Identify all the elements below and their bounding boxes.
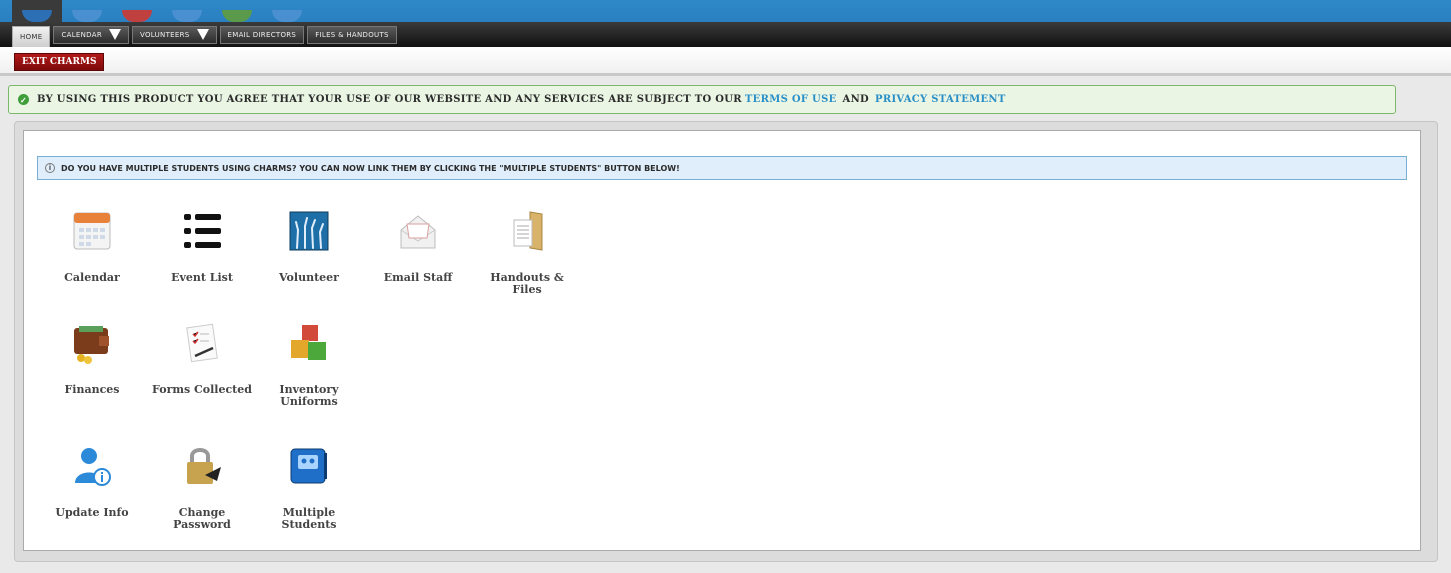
padlock-icon [187,448,221,484]
dropdown-arrow-icon[interactable] [109,29,121,40]
tab-calendar[interactable]: CALENDAR [53,25,129,44]
wallet-icon [74,326,109,364]
tab-home-label: HOME [20,32,43,41]
sub-toolbar: EXIT CHARMS [0,47,1451,76]
check-icon: ✓ [18,94,29,105]
handouts-files-tile-label: Handouts & Files [490,271,564,296]
top-banner [0,0,1451,22]
update-info-tile[interactable]: Update Info [42,445,142,535]
tab-home[interactable]: HOME [12,25,51,48]
tab-volunteers-label: VOLUNTEERS [140,30,190,39]
tab-files-handouts[interactable]: FILES & HANDOUTS [307,25,397,44]
tab-files-handouts-label: FILES & HANDOUTS [315,30,389,39]
tab-volunteers[interactable]: VOLUNTEERS [132,25,217,44]
app-icon-6[interactable] [262,0,312,22]
home-app-icon[interactable] [12,0,62,22]
tab-calendar-label: CALENDAR [61,30,102,39]
forms-icon [186,323,218,363]
handouts-files-tile[interactable]: Handouts & Files [477,210,577,300]
app-icon-3[interactable] [112,0,162,22]
multiple-students-tile-label: Multiple Students [281,506,337,531]
volunteer-tile[interactable]: Volunteer [259,210,359,300]
terms-of-use-link[interactable]: TERMS OF USE [745,94,837,105]
tab-email-directors-label: EMAIL DIRECTORS [227,30,297,39]
multiple-students-info: i DO YOU HAVE MULTIPLE STUDENTS USING CH… [37,156,1407,180]
info-text: DO YOU HAVE MULTIPLE STUDENTS USING CHAR… [61,163,680,173]
list-icon [184,214,221,248]
terms-notice: ✓ BY USING THIS PRODUCT YOU AGREE THAT Y… [8,85,1396,114]
user-info-icon [75,448,111,486]
envelope-icon [400,215,436,249]
update-info-tile-label: Update Info [55,506,129,519]
boxes-icon [291,325,326,360]
dropdown-arrow-icon[interactable] [196,29,209,40]
event-list-tile-label: Event List [171,271,233,284]
notice-and: AND [842,94,870,105]
calendar-icon [73,212,111,250]
finances-tile[interactable]: Finances [42,322,142,412]
exit-charms-button[interactable]: EXIT CHARMS [14,53,105,71]
app-icon-2[interactable] [62,0,112,22]
email-staff-tile-label: Email Staff [383,271,453,284]
app-icon-4[interactable] [162,0,212,22]
event-list-tile[interactable]: Event List [152,210,252,300]
forms-collected-tile[interactable]: Forms Collected [152,322,252,412]
main-nav: HOME CALENDAR VOLUNTEERS EMAIL DIRECTORS… [0,22,1451,48]
privacy-statement-link[interactable]: PRIVACY STATEMENT [875,94,1006,105]
email-staff-tile[interactable]: Email Staff [368,210,468,300]
calendar-tile-label: Calendar [64,271,120,284]
volunteer-hands-icon [289,211,329,251]
forms-collected-tile-label: Forms Collected [152,383,252,396]
notice-text: BY USING THIS PRODUCT YOU AGREE THAT YOU… [37,94,742,105]
tab-email-directors[interactable]: EMAIL DIRECTORS [219,25,305,44]
volunteer-tile-label: Volunteer [279,271,339,284]
app-icon-5[interactable] [212,0,262,22]
multiple-students-tile[interactable]: Multiple Students [259,445,359,535]
inventory-uniforms-tile-label: Inventory Uniforms [279,383,339,408]
inventory-uniforms-tile[interactable]: Inventory Uniforms [259,322,359,412]
calendar-tile[interactable]: Calendar [42,210,142,300]
change-password-tile[interactable]: Change Password [152,445,252,535]
info-icon: i [45,163,55,173]
finances-tile-label: Finances [64,383,120,396]
change-password-tile-label: Change Password [173,506,231,531]
students-book-icon [290,448,327,484]
folder-icon [513,211,543,251]
